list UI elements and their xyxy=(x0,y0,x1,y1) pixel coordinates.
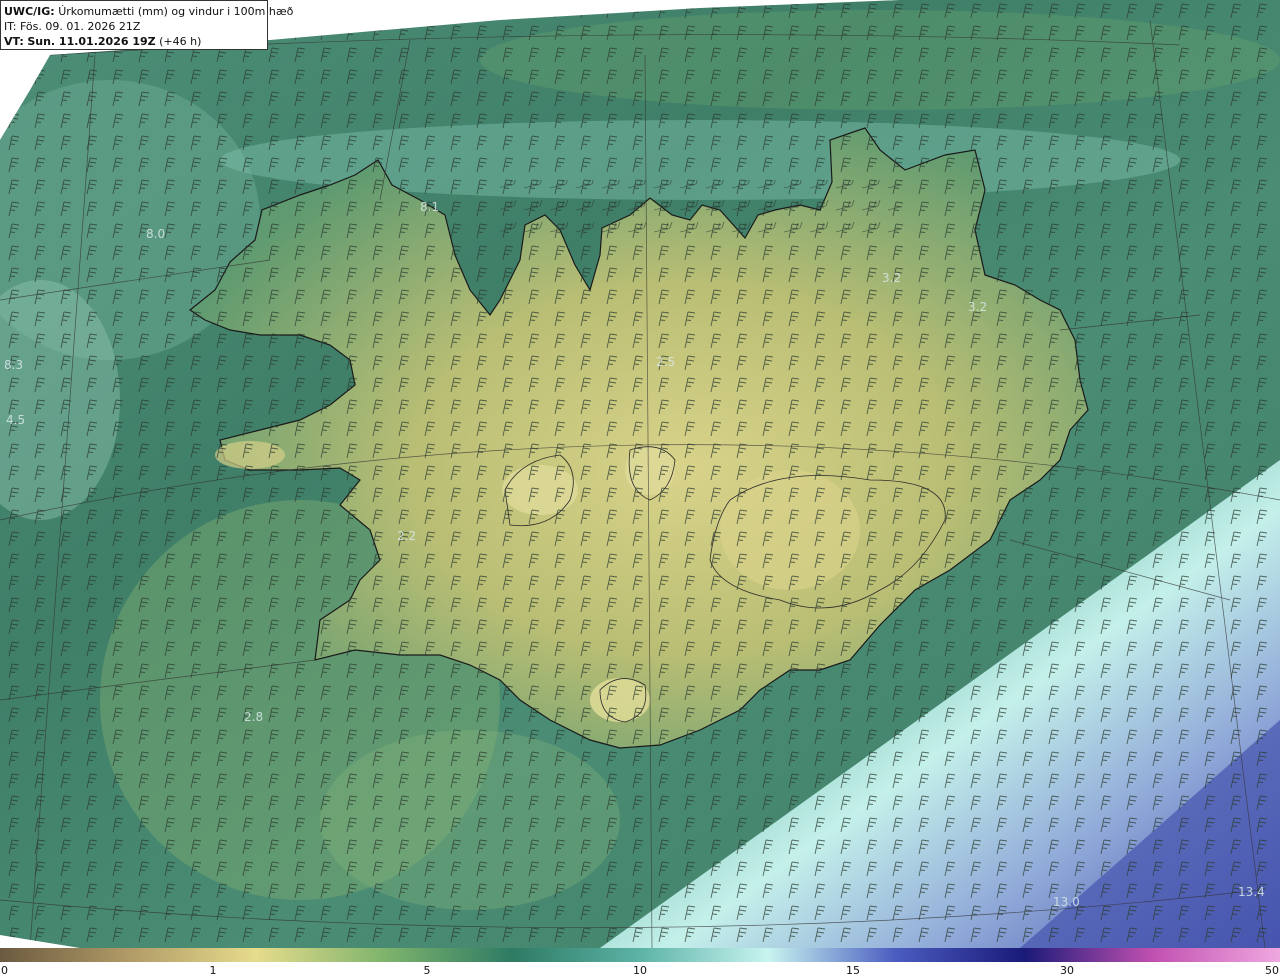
map-header: UWC/IG: Úrkomumætti (mm) og vindur i 100… xyxy=(0,0,293,50)
value-label: 13.0 xyxy=(1053,895,1080,909)
value-label: 3.2 xyxy=(882,271,901,285)
valid-prefix: VT: xyxy=(4,35,24,48)
colorbar-tick: 5 xyxy=(423,964,431,977)
colorbar-tick: 1 xyxy=(209,964,217,977)
valid-time: Sun. 11.01.2026 19Z xyxy=(27,35,156,48)
colorbar-tick: 15 xyxy=(846,964,860,977)
colorbar-ticks: 0 1 5 10 15 30 50 xyxy=(0,962,1280,978)
colorbar-tick: 10 xyxy=(633,964,647,977)
value-label: 8.0 xyxy=(146,227,165,241)
colorbar-tick: 0 xyxy=(1,964,8,977)
value-label: 2.5 xyxy=(656,355,675,369)
value-label: 4.5 xyxy=(6,413,25,427)
value-label: 13.4 xyxy=(1238,885,1265,899)
colorbar-tick: 50 xyxy=(1265,964,1279,977)
value-label: 2.2 xyxy=(397,529,416,543)
model-name: UWC/IG: xyxy=(4,5,55,18)
value-label: 3.2 xyxy=(968,300,987,314)
value-label: 8.1 xyxy=(420,200,439,214)
header-title-line: UWC/IG: Úrkomumætti (mm) og vindur i 100… xyxy=(4,4,293,19)
colorbar xyxy=(0,948,1280,962)
lead-time: (+46 h) xyxy=(159,35,202,48)
colorbar-tick: 30 xyxy=(1060,964,1074,977)
value-label: 8.3 xyxy=(4,358,23,372)
value-label: 2.8 xyxy=(244,710,263,724)
valid-time-line: VT: Sun. 11.01.2026 19Z (+46 h) xyxy=(4,34,264,49)
product-title: Úrkomumætti (mm) og vindur i 100m hæð xyxy=(58,5,294,18)
init-time: IT: Fös. 09. 01. 2026 21Z xyxy=(4,20,141,33)
weather-map: 8.1 8.0 8.3 4.5 3.2 3.2 2.5 2.2 2.8 13.0… xyxy=(0,0,1280,948)
colorbar-gradient xyxy=(0,948,1280,962)
